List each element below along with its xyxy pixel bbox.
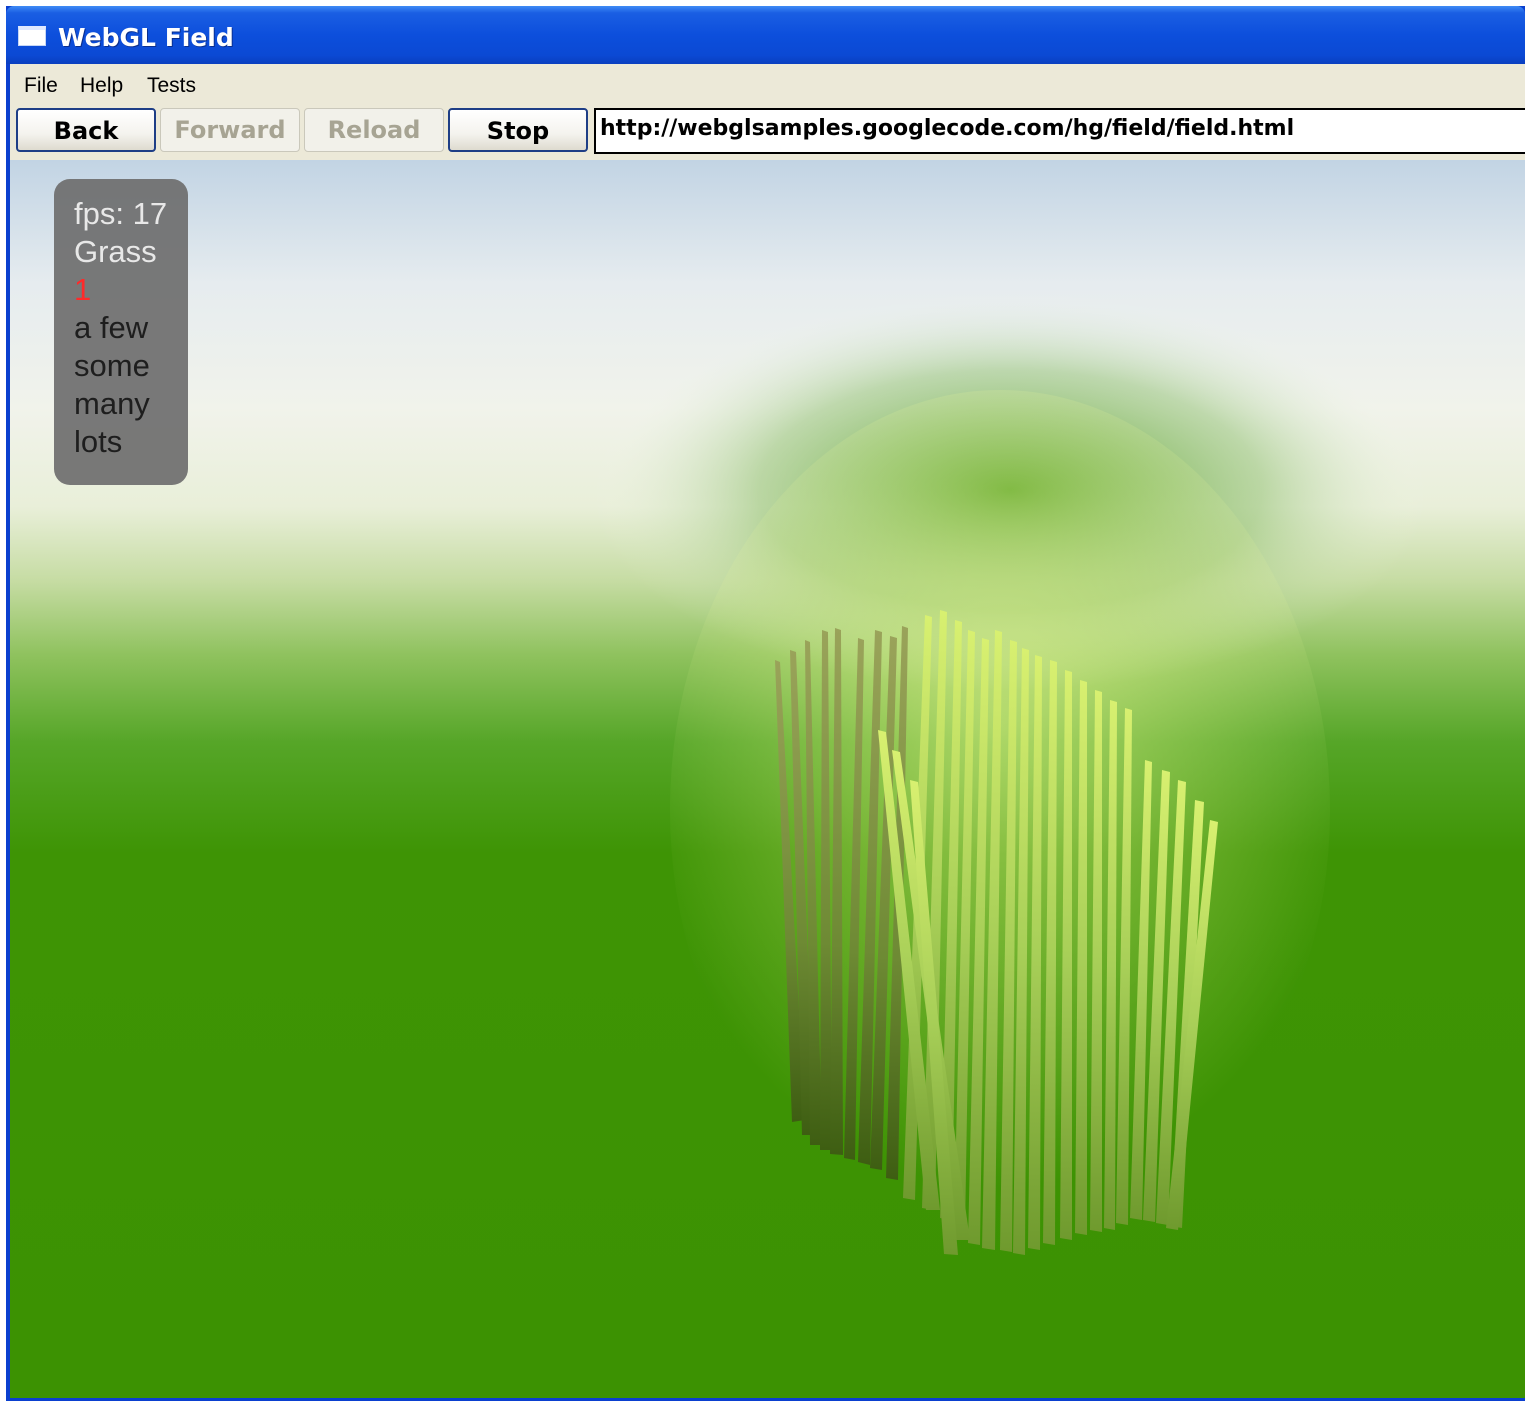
grass-option-1[interactable]: 1	[74, 271, 188, 309]
grass-glow	[670, 390, 1330, 1230]
menu-file[interactable]: File	[24, 74, 58, 98]
grass-heading: Grass	[74, 234, 157, 269]
menu-bar: File Help Tests	[10, 64, 1525, 106]
grass-option-a-few[interactable]: a few	[74, 309, 188, 347]
browser-window: WebGL Field File Help Tests Back Forward…	[6, 6, 1525, 1401]
back-button[interactable]: Back	[16, 108, 156, 152]
stop-button[interactable]: Stop	[448, 108, 588, 152]
menu-help[interactable]: Help	[80, 74, 123, 98]
reload-button[interactable]: Reload	[304, 108, 444, 152]
window-title: WebGL Field	[58, 23, 234, 52]
fps-counter: fps: 17	[74, 196, 168, 231]
navigation-toolbar: Back Forward Reload Stop http://webglsam…	[10, 106, 1525, 160]
window-icon	[18, 26, 46, 46]
webgl-canvas[interactable]: fps: 17 Grass 1 a few some many lots	[10, 160, 1525, 1398]
url-input[interactable]: http://webglsamples.googlecode.com/hg/fi…	[594, 108, 1525, 154]
grass-option-some[interactable]: some	[74, 347, 188, 385]
grass-option-many[interactable]: many	[74, 385, 188, 423]
grass-option-lots[interactable]: lots	[74, 423, 188, 461]
title-bar[interactable]: WebGL Field	[6, 6, 1525, 64]
menu-tests[interactable]: Tests	[147, 74, 196, 98]
grass-scene	[590, 290, 1430, 1255]
forward-button[interactable]: Forward	[160, 108, 300, 152]
grass-options-panel: fps: 17 Grass 1 a few some many lots	[54, 179, 188, 485]
